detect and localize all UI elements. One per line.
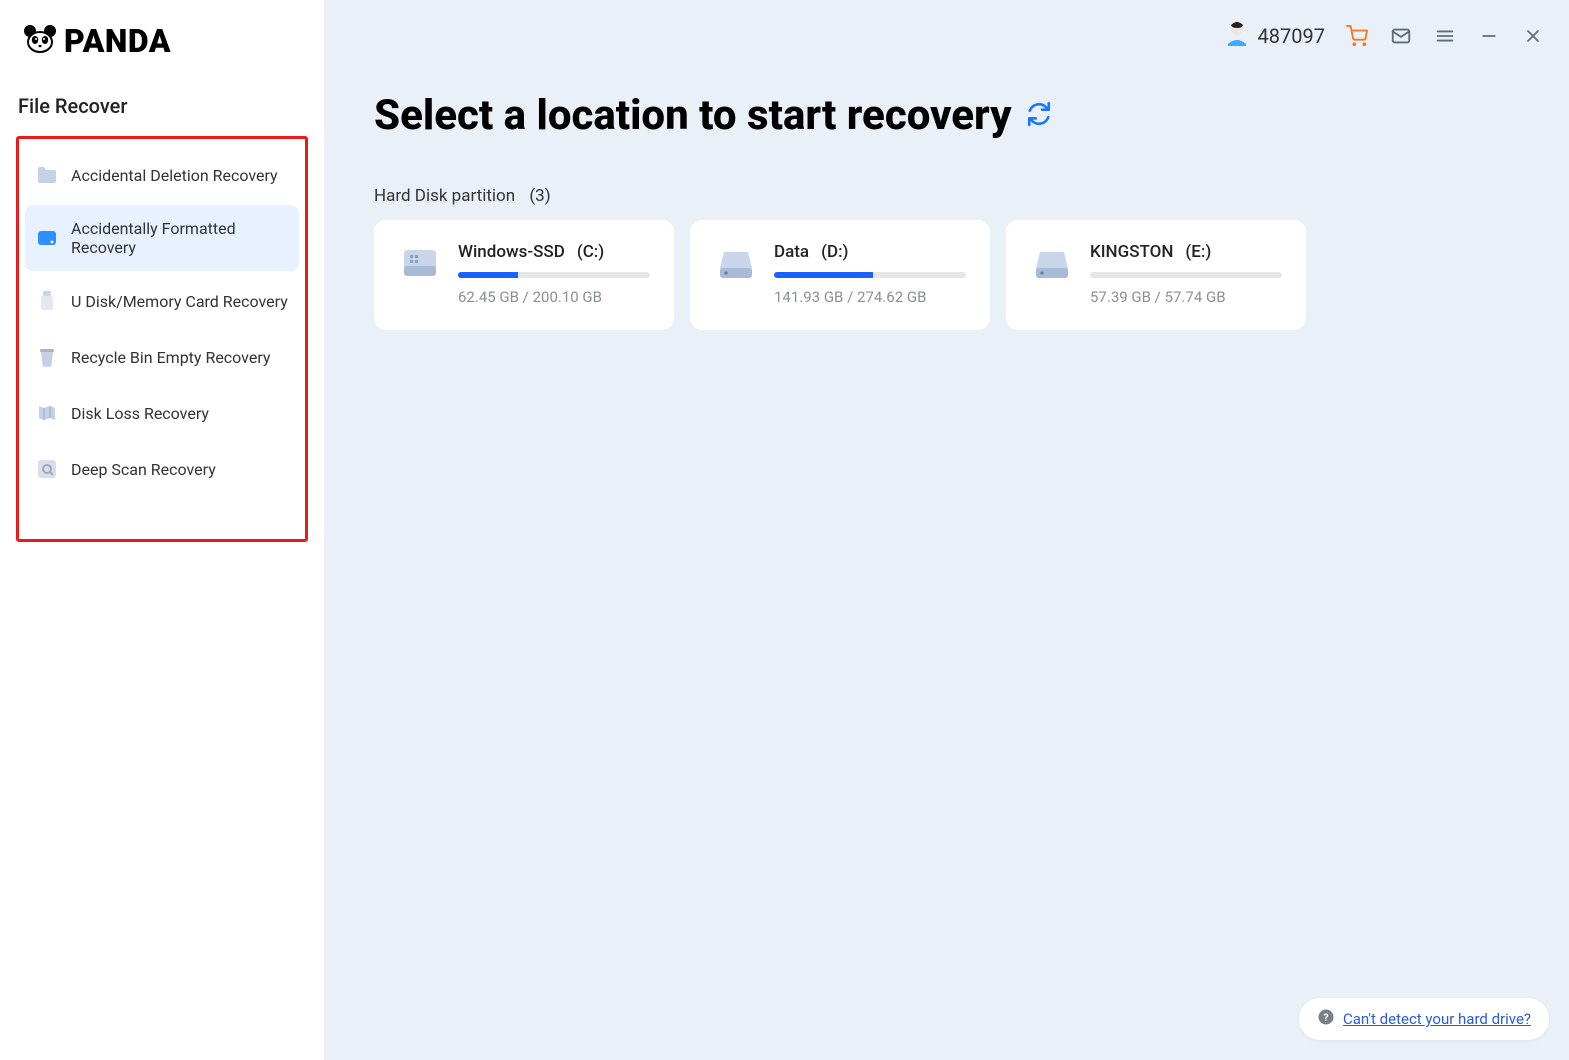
drive-progress-fill xyxy=(458,272,518,278)
page-title: Select a location to start recovery xyxy=(374,91,1012,140)
close-icon[interactable] xyxy=(1521,24,1545,48)
sidebar-item-5[interactable]: Deep Scan Recovery xyxy=(25,443,299,495)
drive-card-0[interactable]: Windows-SSD (C:) 62.45 GB / 200.10 GB xyxy=(374,220,674,330)
sidebar-item-label: Deep Scan Recovery xyxy=(71,460,216,479)
folder-icon xyxy=(35,163,59,187)
drive-card-body: Windows-SSD (C:) 62.45 GB / 200.10 GB xyxy=(458,242,650,306)
partition-count: (3) xyxy=(529,186,550,206)
partition-section-label: Hard Disk partition (3) xyxy=(374,186,1519,206)
sidebar: PANDA File Recover Accidental Deletion R… xyxy=(0,0,324,1060)
svg-text:?: ? xyxy=(1323,1011,1328,1024)
sidebar-title: File Recover xyxy=(18,94,308,118)
help-icon: ? xyxy=(1317,1008,1335,1030)
avatar-icon xyxy=(1224,20,1250,51)
app-logo: PANDA xyxy=(16,18,308,82)
drive-progress xyxy=(458,272,650,278)
map-icon xyxy=(35,401,59,425)
drive-icon xyxy=(398,242,442,286)
cart-icon[interactable] xyxy=(1345,24,1369,48)
sidebar-item-label: U Disk/Memory Card Recovery xyxy=(71,292,288,311)
drive-letter: (C:) xyxy=(577,242,604,262)
drive-letter: (D:) xyxy=(821,242,848,262)
sidebar-item-1[interactable]: Accidentally Formatted Recovery xyxy=(25,205,299,271)
app-name: PANDA xyxy=(64,25,171,57)
toolbar-user[interactable]: 487097 xyxy=(1224,20,1325,51)
sidebar-menu: Accidental Deletion Recovery Accidentally… xyxy=(16,136,308,542)
page-title-row: Select a location to start recovery xyxy=(374,91,1519,140)
sidebar-item-3[interactable]: Recycle Bin Empty Recovery xyxy=(25,331,299,383)
drive-title: Windows-SSD (C:) xyxy=(458,242,650,262)
mail-icon[interactable] xyxy=(1389,24,1413,48)
drive-title: KINGSTON (E:) xyxy=(1090,242,1282,262)
sidebar-item-2[interactable]: U Disk/Memory Card Recovery xyxy=(25,275,299,327)
drive-usage: 57.39 GB / 57.74 GB xyxy=(1090,288,1282,306)
drive-icon xyxy=(714,242,758,286)
drive-card-1[interactable]: Data (D:) 141.93 GB / 274.62 GB xyxy=(690,220,990,330)
drive-card-2[interactable]: KINGSTON (E:) 57.39 GB / 57.74 GB xyxy=(1006,220,1306,330)
drive-icon xyxy=(1030,242,1074,286)
panda-icon xyxy=(22,24,58,58)
sidebar-item-label: Disk Loss Recovery xyxy=(71,404,209,423)
help-link[interactable]: Can't detect your hard drive? xyxy=(1343,1010,1531,1028)
drive-progress xyxy=(774,272,966,278)
recycle-bin-icon xyxy=(35,345,59,369)
drive-name: KINGSTON xyxy=(1090,242,1173,262)
drive-name: Data xyxy=(774,242,809,262)
scan-icon xyxy=(35,457,59,481)
sidebar-item-0[interactable]: Accidental Deletion Recovery xyxy=(25,149,299,201)
minimize-icon[interactable] xyxy=(1477,24,1501,48)
drive-blue-icon xyxy=(35,226,59,250)
partition-section-text: Hard Disk partition xyxy=(374,186,515,206)
main: 487097 Select a location to start recove… xyxy=(324,0,1569,1060)
sidebar-item-label: Recycle Bin Empty Recovery xyxy=(71,348,270,367)
content: Select a location to start recovery Hard… xyxy=(324,51,1569,330)
drive-cards: Windows-SSD (C:) 62.45 GB / 200.10 GB Data (… xyxy=(374,220,1519,330)
user-id-label: 487097 xyxy=(1258,24,1325,48)
usb-icon xyxy=(35,289,59,313)
drive-progress xyxy=(1090,272,1282,278)
drive-usage: 62.45 GB / 200.10 GB xyxy=(458,288,650,306)
drive-letter: (E:) xyxy=(1185,242,1211,262)
drive-card-body: KINGSTON (E:) 57.39 GB / 57.74 GB xyxy=(1090,242,1282,306)
drive-card-body: Data (D:) 141.93 GB / 274.62 GB xyxy=(774,242,966,306)
sidebar-item-label: Accidental Deletion Recovery xyxy=(71,166,278,185)
drive-title: Data (D:) xyxy=(774,242,966,262)
toolbar: 487097 xyxy=(324,0,1569,51)
help-pill[interactable]: ? Can't detect your hard drive? xyxy=(1299,998,1549,1040)
drive-progress-fill xyxy=(774,272,873,278)
sidebar-item-4[interactable]: Disk Loss Recovery xyxy=(25,387,299,439)
refresh-icon[interactable] xyxy=(1026,101,1052,131)
menu-icon[interactable] xyxy=(1433,24,1457,48)
drive-usage: 141.93 GB / 274.62 GB xyxy=(774,288,966,306)
drive-name: Windows-SSD xyxy=(458,242,565,262)
sidebar-item-label: Accidentally Formatted Recovery xyxy=(71,219,289,257)
